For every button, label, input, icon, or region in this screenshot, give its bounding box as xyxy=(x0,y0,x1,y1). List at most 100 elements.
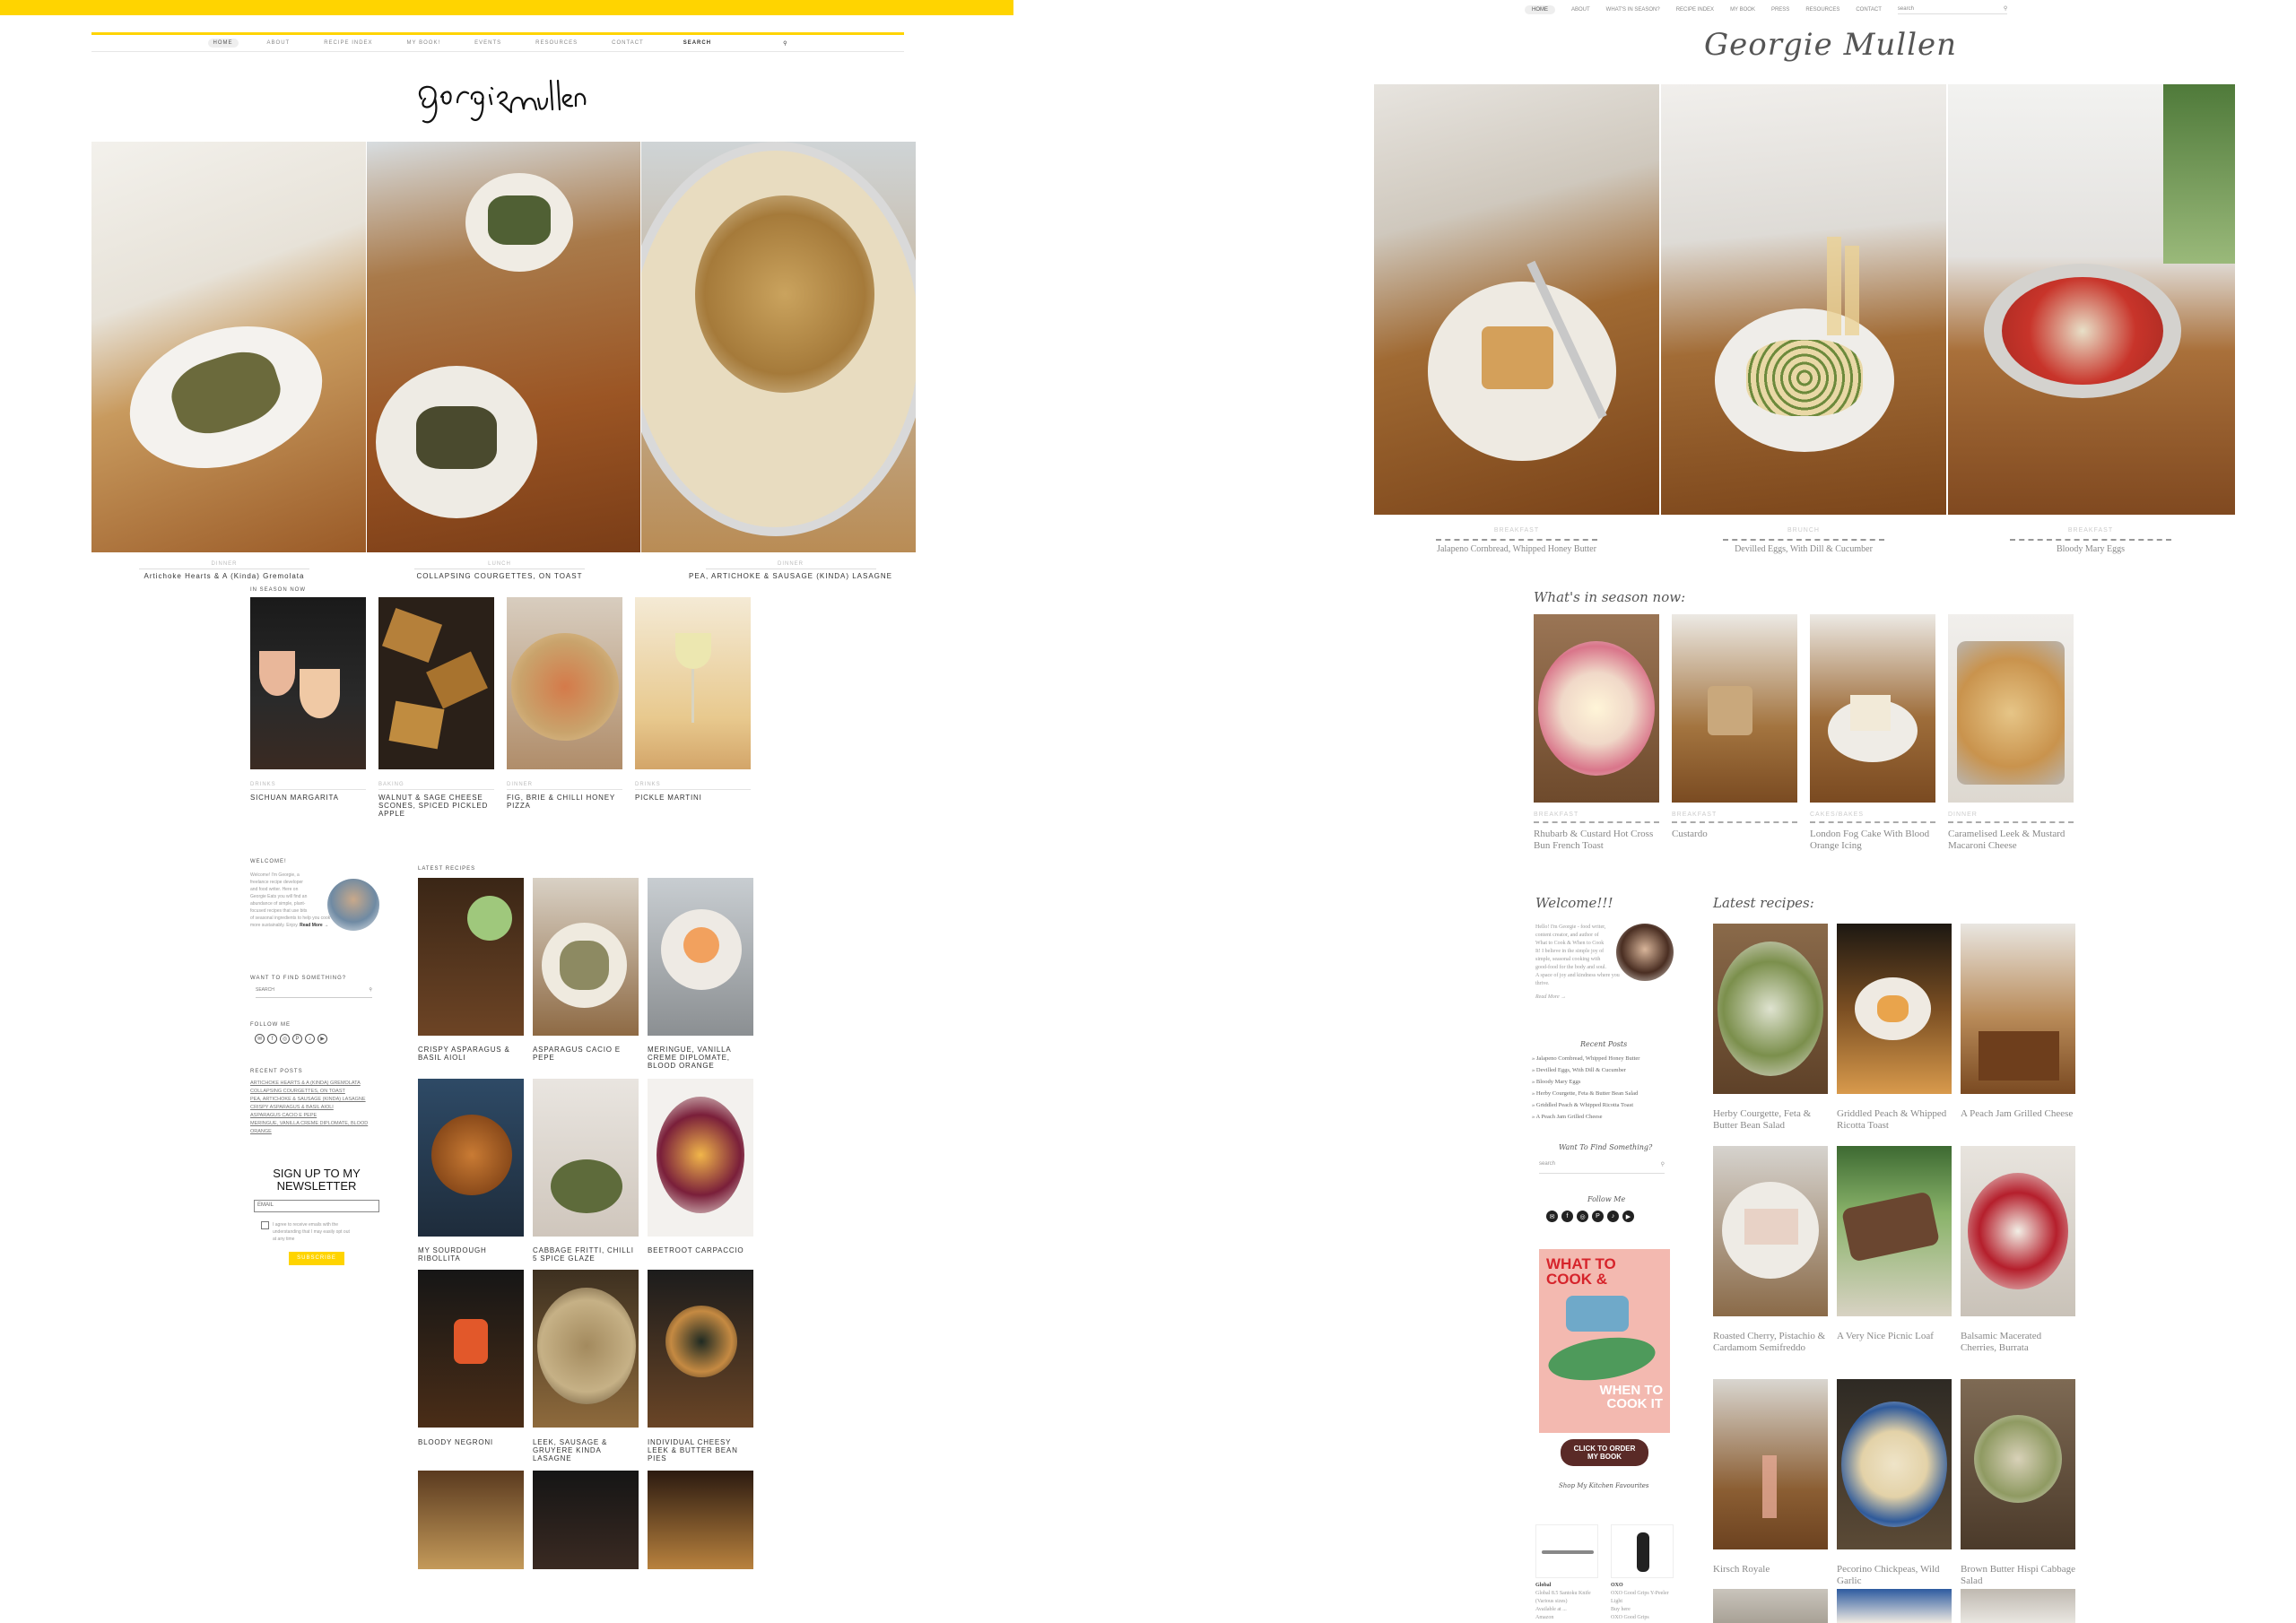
hero-title[interactable]: Jalapeno Cornbread, Whipped Honey Butter xyxy=(1437,544,1596,554)
tiktok-icon[interactable]: ♪ xyxy=(1607,1211,1619,1222)
card-title[interactable]: INDIVIDUAL CHEESY LEEK & BUTTER BEAN PIE… xyxy=(648,1438,753,1462)
hero-caption-2[interactable]: BRUNCH Devilled Eggs, With Dill & Cucumb… xyxy=(1661,527,1946,554)
card-title[interactable]: MERINGUE, VANILLA CREME DIPLOMATE, BLOOD… xyxy=(648,1046,753,1070)
nav-resources[interactable]: RESOURCES xyxy=(1805,7,1839,13)
nav-search[interactable]: search ⚲ xyxy=(1897,5,2008,14)
latest-card-8[interactable]: LEEK, SAUSAGE & GRUYERE KINDA LASAGNE xyxy=(533,1435,639,1462)
card-title[interactable]: CRISPY ASPARAGUS & BASIL AIOLI xyxy=(418,1046,524,1062)
latest-card-2[interactable]: Griddled Peach & Whipped Ricotta Toast xyxy=(1837,1103,1952,1132)
nav-recipe-index[interactable]: RECIPE INDEX xyxy=(318,39,378,48)
card-title[interactable]: BEETROOT CARPACCIO xyxy=(648,1246,753,1254)
hero-photo-1[interactable] xyxy=(91,142,366,552)
hero-title[interactable]: Devilled Eggs, With Dill & Cucumber xyxy=(1735,544,1873,554)
hero-title[interactable]: PEA, ARTICHOKE & SAUSAGE (KINDA) LASAGNE xyxy=(689,572,892,580)
latest-photo-9[interactable] xyxy=(1961,1379,2075,1549)
shop-item-knife[interactable] xyxy=(1535,1524,1598,1578)
card-title[interactable]: Caramelised Leek & Mustard Macaroni Chee… xyxy=(1948,829,2074,852)
email-icon[interactable]: ✉ xyxy=(255,1034,265,1044)
shop-item-peeler[interactable] xyxy=(1611,1524,1674,1578)
latest-card-3[interactable]: MERINGUE, VANILLA CREME DIPLOMATE, BLOOD… xyxy=(648,1042,753,1070)
nav-whats-in-season[interactable]: WHAT'S IN SEASON? xyxy=(1606,7,1660,13)
search-icon[interactable]: ⚲ xyxy=(2004,5,2007,12)
hero-caption-1[interactable]: BREAKFAST Jalapeno Cornbread, Whipped Ho… xyxy=(1374,527,1659,554)
nav-contact[interactable]: CONTACT xyxy=(606,39,649,48)
hero-photo-3[interactable] xyxy=(641,142,916,552)
latest-photo-10[interactable] xyxy=(418,1471,524,1569)
nav-about[interactable]: ABOUT xyxy=(1571,7,1590,13)
recent-post-link[interactable]: » A Peach Jam Grilled Cheese xyxy=(1532,1111,1680,1123)
card-title[interactable]: Griddled Peach & Whipped Ricotta Toast xyxy=(1837,1108,1952,1132)
recent-post-link[interactable]: » Herby Courgette, Feta & Butter Bean Sa… xyxy=(1532,1088,1680,1099)
site-logo[interactable]: Georgie Mullen xyxy=(1704,27,1957,63)
latest-photo-6[interactable] xyxy=(1961,1146,2075,1316)
season-card-2[interactable]: BAKING WALNUT & SAGE CHEESE SCONES, SPIC… xyxy=(378,782,494,818)
hero-photo-1[interactable] xyxy=(1374,84,1659,515)
card-title[interactable]: Kirsch Royale xyxy=(1713,1564,1828,1575)
latest-card-5[interactable]: A Very Nice Picnic Loaf xyxy=(1837,1325,1952,1342)
latest-card-1[interactable]: Herby Courgette, Feta & Butter Bean Sala… xyxy=(1713,1103,1828,1132)
read-more-link[interactable]: Read More → xyxy=(1535,994,1621,1002)
hero-title[interactable]: Artichoke Hearts & A (Kinda) Gremolata xyxy=(144,572,305,580)
card-title[interactable]: MY SOURDOUGH RIBOLLITA xyxy=(418,1246,524,1263)
latest-card-6[interactable]: Balsamic Macerated Cherries, Burrata xyxy=(1961,1325,2075,1354)
book-cover[interactable]: WHAT TO COOK & WHEN TO COOK IT xyxy=(1539,1249,1670,1433)
latest-photo-7[interactable] xyxy=(1713,1379,1828,1549)
youtube-icon[interactable]: ▶ xyxy=(317,1034,327,1044)
card-title[interactable]: FIG, BRIE & CHILLI HONEY PIZZA xyxy=(507,794,622,810)
email-field[interactable]: EMAIL xyxy=(254,1200,379,1212)
latest-photo-6[interactable] xyxy=(648,1079,753,1237)
card-title[interactable]: SICHUAN MARGARITA xyxy=(250,794,366,802)
consent-checkbox[interactable] xyxy=(261,1221,269,1229)
hero-caption-3[interactable]: BREAKFAST Bloody Mary Eggs xyxy=(1948,527,2233,554)
latest-photo-3[interactable] xyxy=(1961,924,2075,1094)
nav-about[interactable]: ABOUT xyxy=(262,39,296,48)
latest-photo-7[interactable] xyxy=(418,1270,524,1428)
season-card-3[interactable]: CAKES/BAKES London Fog Cake With Blood O… xyxy=(1810,812,1935,852)
recent-post-link[interactable]: MERINGUE, VANILLA CREME DIPLOMATE, BLOOD… xyxy=(250,1120,385,1136)
latest-card-2[interactable]: ASPARAGUS CACIO E PEPE xyxy=(533,1042,639,1062)
instagram-icon[interactable]: ◎ xyxy=(280,1034,290,1044)
nav-search[interactable]: SEARCH ⚲ xyxy=(683,40,788,47)
latest-photo-4[interactable] xyxy=(1713,1146,1828,1316)
search-icon[interactable]: ⚲ xyxy=(369,987,372,997)
recent-post-link[interactable]: » Bloody Mary Eggs xyxy=(1532,1076,1680,1088)
hero-caption-3[interactable]: DINNER PEA, ARTICHOKE & SAUSAGE (KINDA) … xyxy=(689,561,892,580)
latest-card-5[interactable]: CABBAGE FRITTI, CHILLI 5 SPICE GLAZE xyxy=(533,1243,639,1263)
recent-post-link[interactable]: CRISPY ASPARAGUS & BASIL AIOLI xyxy=(250,1104,385,1112)
nav-press[interactable]: PRESS xyxy=(1771,7,1789,13)
latest-photo-5[interactable] xyxy=(1837,1146,1952,1316)
card-title[interactable]: Roasted Cherry, Pistachio & Cardamom Sem… xyxy=(1713,1331,1828,1354)
nav-home[interactable]: HOME xyxy=(1525,5,1555,14)
sidebar-search-input[interactable]: SEARCH xyxy=(256,987,274,997)
site-logo[interactable] xyxy=(413,63,592,126)
recent-post-link[interactable]: PEA, ARTICHOKE & SAUSAGE (KINDA) LASAGNE xyxy=(250,1096,385,1104)
read-more-link[interactable]: Read More → xyxy=(300,923,328,928)
season-photo-2[interactable] xyxy=(1672,614,1797,803)
season-card-4[interactable]: DRINKS PICKLE MARTINI xyxy=(635,782,751,802)
hero-photo-2[interactable] xyxy=(367,142,640,552)
facebook-icon[interactable]: f xyxy=(1561,1211,1573,1222)
card-title[interactable]: LEEK, SAUSAGE & GRUYERE KINDA LASAGNE xyxy=(533,1438,639,1462)
season-photo-1[interactable] xyxy=(250,597,366,769)
subscribe-button[interactable]: SUBSCRIBE xyxy=(289,1252,344,1265)
nav-recipe-index[interactable]: RECIPE INDEX xyxy=(1676,7,1714,13)
latest-photo-8[interactable] xyxy=(1837,1379,1952,1549)
latest-photo-3[interactable] xyxy=(648,878,753,1036)
nav-my-book[interactable]: MY BOOK xyxy=(1730,7,1755,13)
card-title[interactable]: A Peach Jam Grilled Cheese xyxy=(1961,1108,2075,1120)
season-photo-2[interactable] xyxy=(378,597,494,769)
latest-card-8[interactable]: Pecorino Chickpeas, Wild Garlic xyxy=(1837,1558,1952,1587)
card-title[interactable]: Herby Courgette, Feta & Butter Bean Sala… xyxy=(1713,1108,1828,1132)
search-icon[interactable]: ⚲ xyxy=(783,40,787,47)
latest-photo-12[interactable] xyxy=(648,1471,753,1569)
season-card-1[interactable]: BREAKFAST Rhubarb & Custard Hot Cross Bu… xyxy=(1534,812,1659,852)
hero-title[interactable]: COLLAPSING COURGETTES, ON TOAST xyxy=(417,572,583,580)
instagram-icon[interactable]: ◎ xyxy=(1577,1211,1588,1222)
latest-card-9[interactable]: INDIVIDUAL CHEESY LEEK & BUTTER BEAN PIE… xyxy=(648,1435,753,1462)
card-title[interactable]: BLOODY NEGRONI xyxy=(418,1438,524,1446)
card-title[interactable]: Custardo xyxy=(1672,829,1797,840)
latest-card-4[interactable]: Roasted Cherry, Pistachio & Cardamom Sem… xyxy=(1713,1325,1828,1354)
season-photo-4[interactable] xyxy=(635,597,751,769)
latest-card-7[interactable]: BLOODY NEGRONI xyxy=(418,1435,524,1446)
card-title[interactable]: Pecorino Chickpeas, Wild Garlic xyxy=(1837,1564,1952,1587)
